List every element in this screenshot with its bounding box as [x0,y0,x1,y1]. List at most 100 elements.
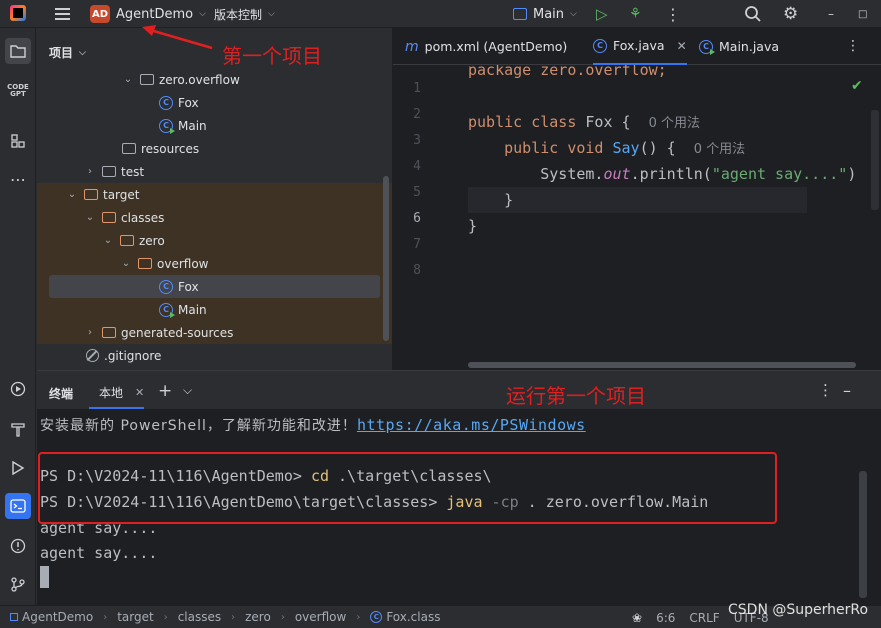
terminal-scrollbar[interactable] [859,471,867,598]
tree-item-resources[interactable]: resources [37,137,392,160]
tree-item-target[interactable]: ⌄ target [37,183,392,206]
tree-item-classes[interactable]: ⌄ classes [37,206,392,229]
folder-icon [102,166,116,177]
services-icon[interactable] [5,376,31,402]
breadcrumb-item[interactable]: zero [245,610,271,624]
breadcrumb-item[interactable]: Fox.class [386,610,440,624]
project-panel-header[interactable]: 项目 ⌵ [49,44,86,61]
line-separator[interactable]: CRLF [689,611,719,625]
line-number-gutter: 1 2 3 4 5 6 7 8 [393,65,453,370]
tree-item-fox[interactable]: C Fox [37,91,392,114]
project-badge: AD [90,5,110,23]
code-method-name: Say [612,139,640,157]
close-icon[interactable]: ✕ [135,386,144,399]
tab-pom-xml[interactable]: m pom.xml (AgentDemo) [405,28,567,65]
tree-item-test[interactable]: › test [37,160,392,183]
more-tools-icon[interactable]: ⋯ [5,166,31,192]
inspection-ok-check-icon[interactable]: ✔ [851,78,863,94]
tree-item-gitignore[interactable]: .gitignore [37,344,392,367]
gitignore-icon [86,349,99,362]
line-number: 8 [413,263,421,278]
code-area[interactable]: package zero.overflow; public class Fox … [468,65,881,370]
main-class-icon: C [159,302,175,318]
usage-hint[interactable]: 0 个用法 [649,116,700,131]
code-line-5: System.out.println("agent say....") [468,161,856,187]
code-editor: m pom.xml (AgentDemo) C Fox.java ✕ C Mai… [392,28,881,370]
problems-icon[interactable] [5,533,31,559]
build-hammer-icon[interactable] [5,416,31,442]
structure-icon[interactable] [5,128,31,154]
terminal-title: 终端 [49,387,74,401]
tree-item-label: classes [121,210,165,225]
annotation-first-project: 第一个项目 [222,44,322,68]
search-icon[interactable] [744,0,762,28]
minimize-icon[interactable]: – [828,0,834,28]
usage-hint[interactable]: 0 个用法 [694,142,745,157]
chevron-down-icon: ⌵ [570,9,577,19]
ai-assistant-icon[interactable]: ❀ [632,611,642,625]
maximize-icon[interactable]: □ [858,0,867,28]
editor-horizontal-scrollbar[interactable] [468,362,856,368]
breadcrumb-item[interactable]: overflow [295,610,346,624]
class-icon: C [159,95,173,110]
code-string: "agent say...." [711,165,848,183]
tab-label: pom.xml (AgentDemo) [424,39,568,54]
powershell-tip: 安装最新的 PowerShell，了解新功能和改进！https://aka.ms… [40,415,586,435]
folder-icon [102,327,116,338]
debug-icon[interactable]: ⚘ [629,0,642,28]
git-icon[interactable] [5,571,31,597]
main-menu-icon[interactable] [52,0,72,28]
vcs-label: 版本控制 [214,7,263,22]
run-config-icon [513,8,527,20]
close-icon[interactable]: ✕ [677,39,687,53]
codegpt-icon[interactable]: CODE GPT [5,78,31,104]
run-icon[interactable]: ▷ [596,0,608,28]
tip-link[interactable]: https://aka.ms/PSWindows [357,416,586,434]
editor-vertical-scrollbar[interactable] [871,110,879,210]
terminal-tab-local[interactable]: 本地 ✕ [89,377,145,409]
tab-fox-java[interactable]: C Fox.java ✕ [593,28,687,65]
tip-text: 安装最新的 PowerShell，了解新功能和改进！ [40,418,357,434]
code-line-7: } [468,213,477,239]
tree-item-zero-overflow[interactable]: ⌄ zero.overflow [37,68,392,91]
tree-item-label: zero [139,233,165,248]
breadcrumb-item[interactable]: classes [178,610,221,624]
code-keyword: public class [468,113,577,131]
module-icon [10,613,18,621]
tree-item-main-class[interactable]: C Main [37,298,392,321]
tree-item-generated-sources[interactable]: › generated-sources [37,321,392,344]
hide-panel-icon[interactable]: – [843,381,851,400]
vcs-switcher[interactable]: 版本控制 ⌵ [214,0,275,28]
project-name: AgentDemo [116,6,194,22]
terminal-cursor [40,566,49,588]
tree-item-fox-class[interactable]: C Fox [49,275,380,298]
tabs-more-icon[interactable]: ⋮ [846,38,860,54]
more-options-icon[interactable]: ⋮ [818,381,833,399]
chevron-down-icon[interactable]: ⌵ [183,383,192,398]
chevron-down-icon: ⌵ [199,9,206,19]
project-tool-icon[interactable] [5,38,31,64]
breadcrumb-item[interactable]: AgentDemo [22,610,93,624]
more-actions-icon[interactable]: ⋮ [665,0,681,28]
terminal-icon[interactable] [5,493,31,519]
tree-item-zero[interactable]: ⌄ zero [37,229,392,252]
class-icon: C [159,279,173,294]
run-tool-icon[interactable] [5,455,31,481]
run-config-selector[interactable]: Main ⌵ [513,0,577,28]
caret-position[interactable]: 6:6 [656,611,675,625]
tree-item-overflow[interactable]: ⌄ overflow [37,252,392,275]
line-number: 5 [413,185,421,200]
annotation-run-first-project: 运行第一个项目 [506,384,646,408]
project-panel-scrollbar[interactable] [383,176,389,341]
chevron-down-icon: ⌄ [123,74,133,85]
folder-icon [102,212,116,223]
tree-item-main[interactable]: C Main [37,114,392,137]
line-number: 2 [413,107,421,122]
tab-main-java[interactable]: C Main.java [699,28,779,65]
breadcrumb-item[interactable]: target [117,610,154,624]
add-terminal-icon[interactable]: + [158,381,172,401]
project-switcher[interactable]: AD AgentDemo ⌵ [90,0,206,28]
chevron-right-icon: › [88,166,92,177]
terminal-tab-label: 本地 [99,385,124,400]
settings-gear-icon[interactable]: ⚙ [783,0,798,28]
